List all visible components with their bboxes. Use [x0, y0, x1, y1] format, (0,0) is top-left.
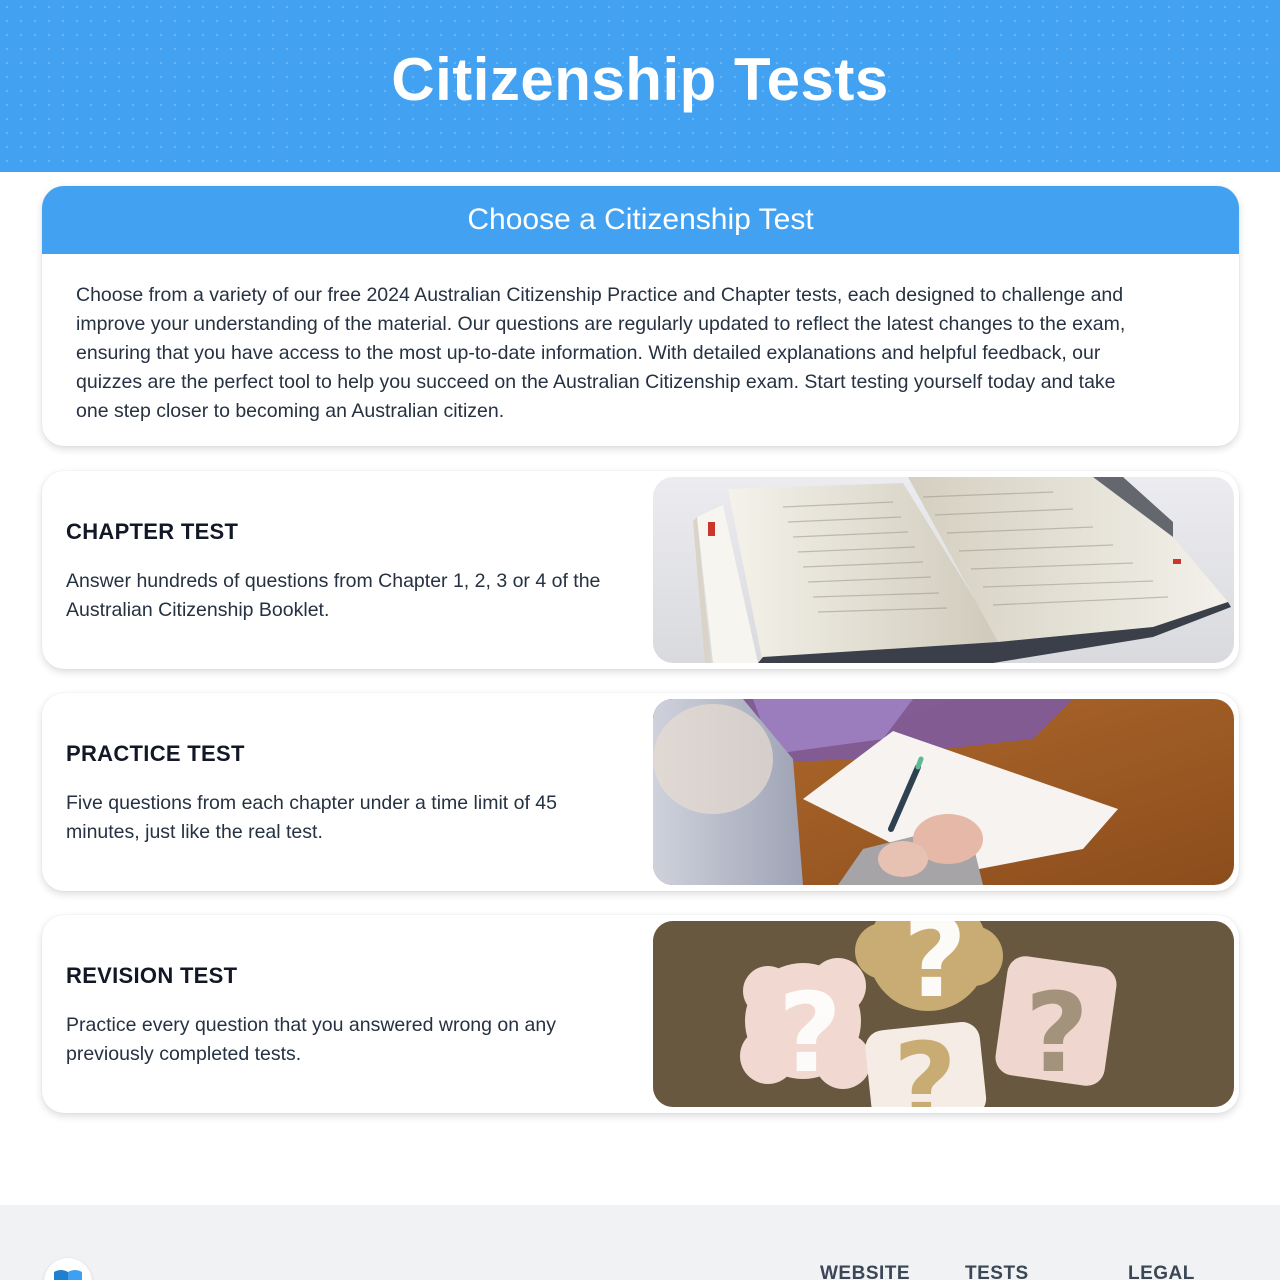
question-marks-image: ? ? ? ? — [653, 921, 1234, 1107]
page-title: Citizenship Tests — [391, 45, 889, 113]
practice-test-card[interactable]: PRACTICE TEST Five questions from each c… — [42, 693, 1239, 891]
practice-test-title: PRACTICE TEST — [66, 741, 245, 766]
chapter-test-description: Answer hundreds of questions from Chapte… — [66, 567, 646, 625]
intro-line: Choose from a variety of our free 2024 A… — [76, 284, 1124, 306]
practice-test-description: Five questions from each chapter under a… — [66, 789, 646, 847]
description-line: Australian Citizenship Booklet. — [66, 599, 330, 621]
footer-tests-heading: TESTS — [965, 1263, 1029, 1280]
site-footer: WEBSITE TESTS LEGAL — [0, 1205, 1280, 1280]
footer-website-heading: WEBSITE — [820, 1263, 911, 1280]
revision-test-description: Practice every question that you answere… — [66, 1011, 646, 1069]
description-line: minutes, just like the real test. — [66, 821, 323, 843]
intro-heading: Choose a Citizenship Test — [467, 203, 814, 236]
chapter-test-title: CHAPTER TEST — [66, 519, 239, 544]
practice-test-text: PRACTICE TEST Five questions from each c… — [66, 741, 646, 847]
intro-card: Choose a Citizenship Test Choose from a … — [42, 186, 1239, 446]
page-header: Citizenship Tests — [0, 0, 1280, 172]
svg-text:?: ? — [903, 921, 967, 1022]
description-line: previously completed tests. — [66, 1043, 302, 1065]
revision-test-title: REVISION TEST — [66, 963, 238, 988]
intro-line: one step closer to becoming an Australia… — [76, 400, 505, 422]
chapter-test-text: CHAPTER TEST Answer hundreds of question… — [66, 519, 646, 625]
svg-text:?: ? — [778, 969, 842, 1097]
intro-card-header: Choose a Citizenship Test — [42, 186, 1239, 254]
description-line: Practice every question that you answere… — [66, 1014, 556, 1036]
description-line: Answer hundreds of questions from Chapte… — [66, 570, 601, 592]
footer-legal-heading: LEGAL — [1128, 1263, 1195, 1280]
open-book-image — [653, 477, 1234, 663]
chapter-test-card[interactable]: CHAPTER TEST Answer hundreds of question… — [42, 471, 1239, 669]
svg-text:?: ? — [1025, 969, 1089, 1097]
intro-line: improve your understanding of the materi… — [76, 313, 1126, 335]
revision-test-card[interactable]: REVISION TEST Practice every question th… — [42, 915, 1239, 1113]
book-icon[interactable] — [44, 1258, 92, 1280]
intro-description: Choose from a variety of our free 2024 A… — [42, 254, 1239, 426]
intro-line: quizzes are the perfect tool to help you… — [76, 371, 1116, 393]
revision-test-text: REVISION TEST Practice every question th… — [66, 963, 646, 1069]
intro-line: ensuring that you have access to the mos… — [76, 342, 1101, 364]
writing-image — [653, 699, 1234, 885]
svg-text:?: ? — [893, 1019, 957, 1107]
description-line: Five questions from each chapter under a… — [66, 792, 557, 814]
